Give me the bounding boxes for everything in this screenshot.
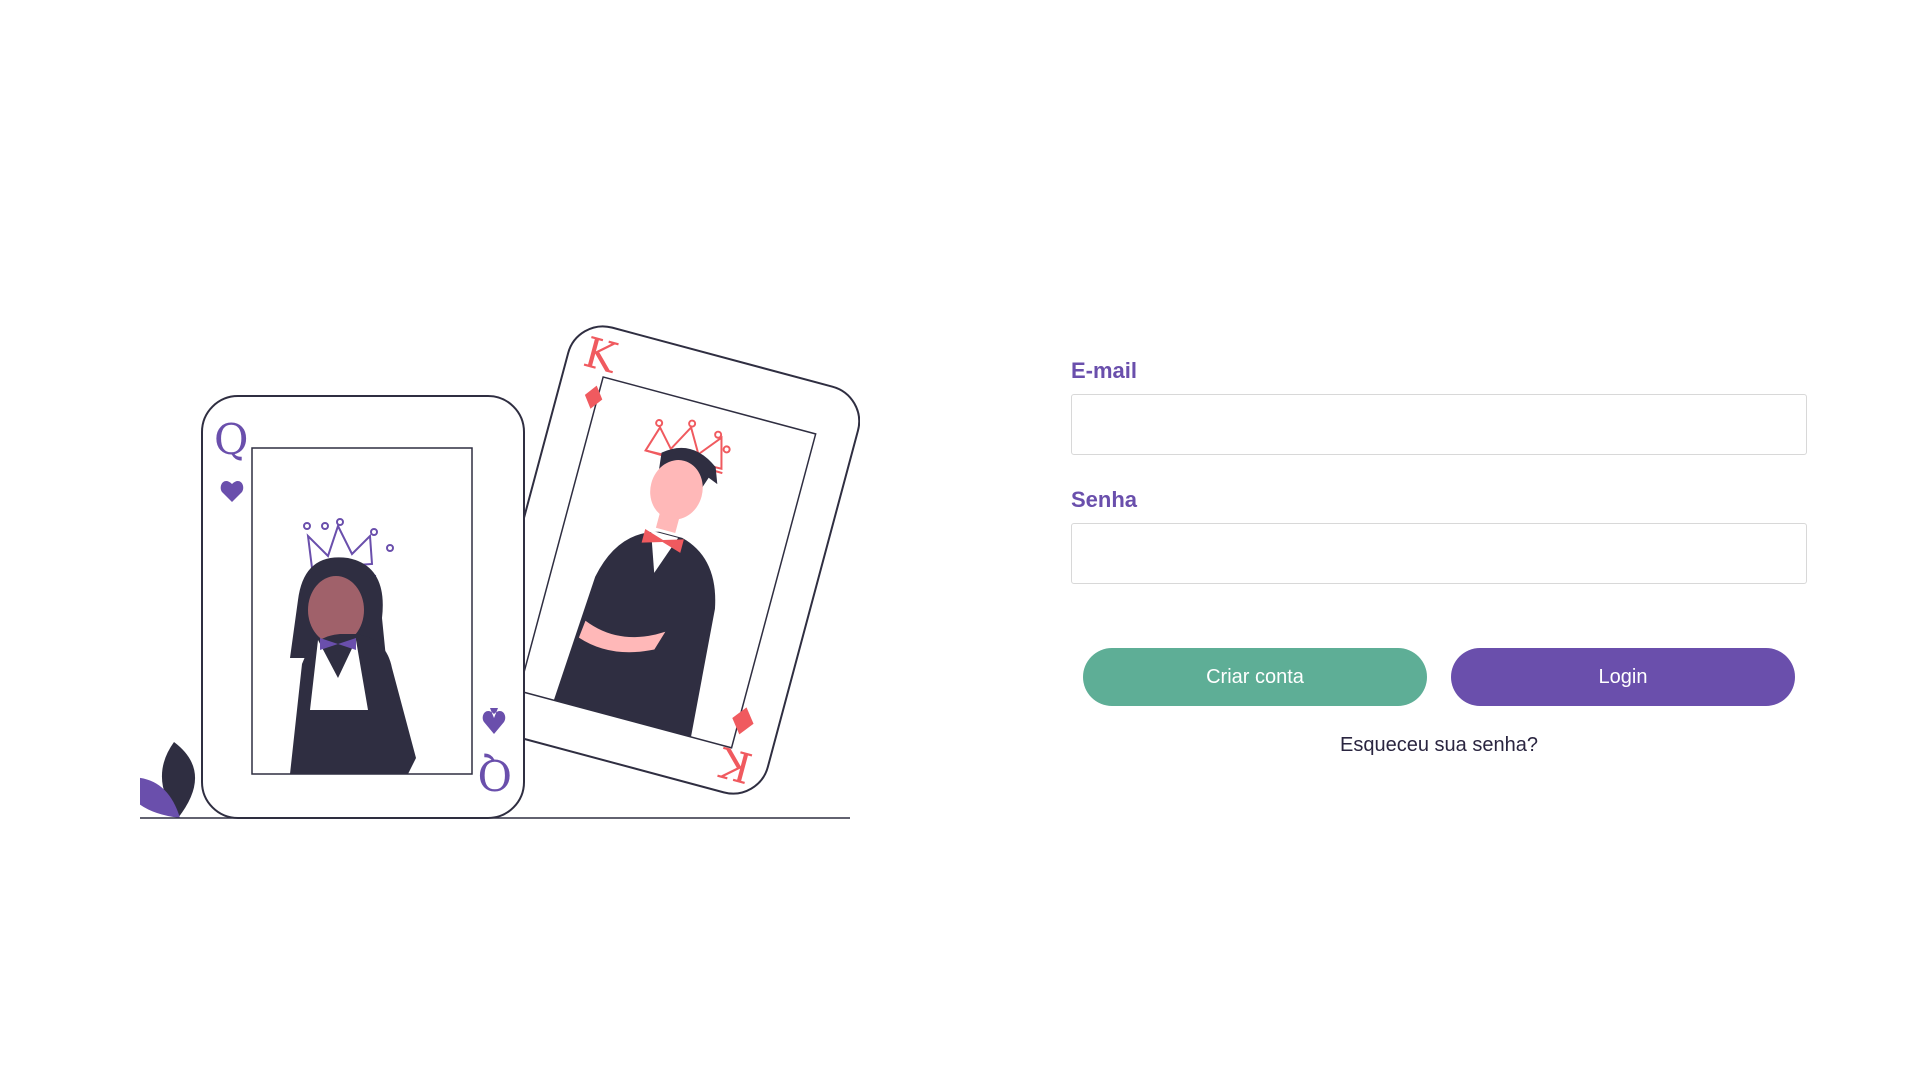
password-label: Senha: [1071, 487, 1138, 512]
email-input[interactable]: [1071, 394, 1807, 455]
email-field-group: E-mail: [1071, 356, 1807, 455]
create-account-button[interactable]: Criar conta: [1083, 648, 1427, 706]
login-page: K K Q Q E-mail Senha Criar conta Login E…: [0, 0, 1920, 1080]
leaf-icon: [140, 742, 196, 818]
login-form: E-mail Senha Criar conta Login Esqueceu …: [1071, 356, 1807, 757]
email-label: E-mail: [1071, 358, 1138, 383]
playing-cards-illustration: K K Q Q: [140, 325, 860, 819]
king-card: K K: [475, 325, 860, 795]
login-button[interactable]: Login: [1451, 648, 1795, 706]
queen-letter-bottom: Q: [478, 750, 512, 799]
password-input[interactable]: [1071, 523, 1807, 584]
button-row: Criar conta Login: [1071, 648, 1807, 706]
queen-card: Q Q: [201, 395, 525, 819]
password-field-group: Senha: [1071, 485, 1807, 584]
queen-letter-top: Q: [214, 415, 248, 464]
forgot-password-link[interactable]: Esqueceu sua senha?: [1071, 734, 1807, 757]
